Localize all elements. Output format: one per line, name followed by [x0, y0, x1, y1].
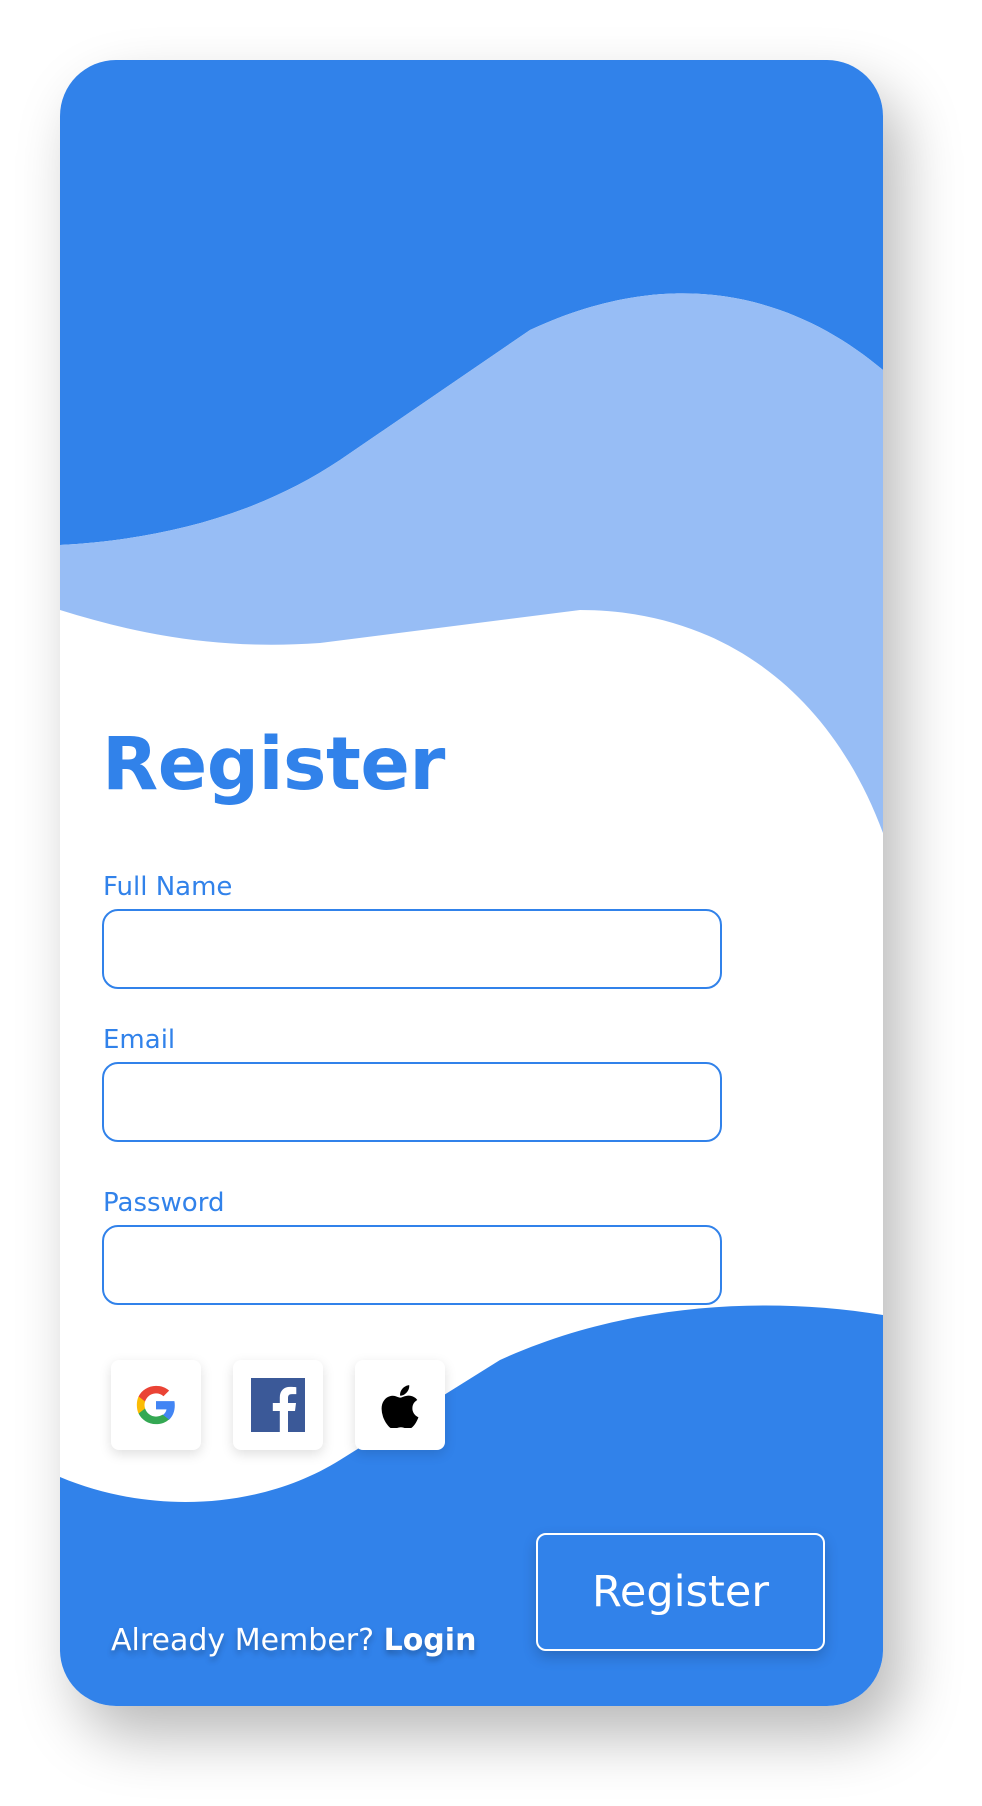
google-icon	[136, 1385, 175, 1425]
email-input[interactable]	[102, 1062, 722, 1142]
facebook-icon	[251, 1378, 305, 1432]
facebook-signin-button[interactable]	[233, 1360, 323, 1450]
full-name-label: Full Name	[103, 872, 233, 902]
password-label: Password	[103, 1188, 225, 1218]
password-input[interactable]	[102, 1225, 722, 1305]
already-member-text: Already Member?	[111, 1623, 375, 1658]
email-label: Email	[103, 1025, 176, 1055]
apple-signin-button[interactable]	[355, 1360, 445, 1450]
register-button[interactable]: Register	[536, 1533, 825, 1651]
login-link[interactable]: Login	[384, 1623, 477, 1658]
full-name-input[interactable]	[102, 909, 722, 989]
footer-login-prompt: Already Member? Login	[111, 1626, 476, 1656]
page-title: Register	[102, 722, 445, 807]
register-card: Register Full Name Email Password Regist…	[60, 60, 883, 1706]
apple-icon	[381, 1385, 419, 1428]
google-signin-button[interactable]	[111, 1360, 201, 1450]
